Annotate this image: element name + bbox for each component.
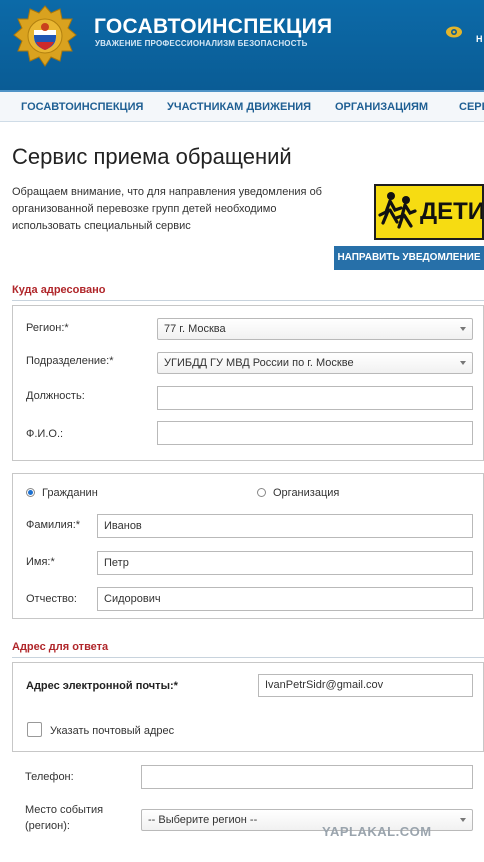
- position-input[interactable]: [157, 386, 473, 410]
- nav-item-participants[interactable]: УЧАСТНИКАМ ДВИЖЕНИЯ: [167, 101, 311, 113]
- brand-subtitle: УВАЖЕНИЕ ПРОФЕССИОНАЛИЗМ БЕЗОПАСНОСТЬ: [95, 39, 308, 48]
- event-region-label: Место события: [25, 804, 104, 816]
- emblem-logo[interactable]: [12, 5, 78, 67]
- section-divider: [12, 657, 484, 658]
- eye-icon[interactable]: [445, 25, 463, 39]
- phone-label: Телефон:: [25, 771, 74, 783]
- chevron-down-icon: [460, 327, 466, 331]
- brand-title: ГОСАВТОИНСПЕКЦИЯ: [94, 15, 333, 38]
- surname-label: Фамилия:*: [26, 519, 81, 531]
- chevron-down-icon: [460, 361, 466, 365]
- division-select[interactable]: УГИБДД ГУ МВД России по г. Москве: [157, 352, 473, 374]
- division-select-value: УГИБДД ГУ МВД России по г. Москве: [164, 357, 354, 369]
- page-title: Сервис приема обращений: [12, 144, 292, 169]
- phone-input[interactable]: [141, 765, 473, 789]
- region-select-value: 77 г. Москва: [164, 323, 226, 335]
- nav-item-gosavtoinspektsiya[interactable]: ГОСАВТОИНСПЕКЦИЯ: [21, 101, 143, 113]
- patronymic-label: Отчество:: [26, 593, 77, 605]
- children-banner-text: ДЕТИ: [420, 198, 484, 225]
- email-label: Адрес электронной почты:*: [26, 680, 178, 692]
- children-transport-notice: Обращаем внимание, что для направления у…: [12, 186, 322, 232]
- organization-radio[interactable]: [257, 488, 266, 497]
- addressed-fieldset: Регион:* 77 г. Москва Подразделение:* УГ…: [12, 305, 484, 461]
- citizen-radio[interactable]: [26, 488, 35, 497]
- reply-fieldset: Адрес электронной почты:* IvanPetrSidr@g…: [12, 662, 484, 752]
- addressed-section-title: Куда адресовано: [12, 284, 106, 296]
- event-region-select-value: -- Выберите регион --: [148, 814, 258, 826]
- division-label: Подразделение:*: [26, 355, 114, 367]
- sender-fieldset: Гражданин Организация Фамилия:* Иванов И…: [12, 473, 484, 619]
- region-label: Регион:*: [26, 322, 69, 334]
- postal-address-label[interactable]: Указать почтовый адрес: [50, 725, 174, 737]
- site-header: ГОСАВТОИНСПЕКЦИЯ УВАЖЕНИЕ ПРОФЕССИОНАЛИЗ…: [0, 0, 484, 90]
- nav-item-organizations[interactable]: ОРГАНИЗАЦИЯМ: [335, 101, 428, 113]
- children-service-banner[interactable]: ДЕТИ: [374, 184, 484, 240]
- fio-input[interactable]: [157, 421, 473, 445]
- watermark: YAPLAKAL.COM: [322, 824, 432, 839]
- name-label: Имя:*: [26, 556, 55, 568]
- citizen-radio-label[interactable]: Гражданин: [42, 487, 98, 499]
- organization-radio-label[interactable]: Организация: [273, 487, 339, 499]
- main-nav: ГОСАВТОИНСПЕКЦИЯ УЧАСТНИКАМ ДВИЖЕНИЯ ОРГ…: [0, 90, 484, 122]
- email-input[interactable]: IvanPetrSidr@gmail.cov: [258, 674, 473, 697]
- fio-label: Ф.И.О.:: [26, 428, 64, 440]
- section-divider: [12, 300, 484, 301]
- chevron-down-icon: [460, 818, 466, 822]
- running-children-icon: [378, 192, 417, 229]
- name-input[interactable]: Петр: [97, 551, 473, 575]
- region-select[interactable]: 77 г. Москва: [157, 318, 473, 340]
- nav-item-services[interactable]: СЕРВ: [459, 101, 484, 113]
- postal-address-checkbox[interactable]: [27, 722, 42, 737]
- reply-section-title: Адрес для ответа: [12, 641, 109, 653]
- patronymic-input[interactable]: Сидорович: [97, 587, 473, 611]
- event-region-label-2: (регион):: [25, 820, 70, 832]
- position-label: Должность:: [26, 390, 85, 402]
- surname-input[interactable]: Иванов: [97, 514, 473, 538]
- header-link-cut[interactable]: Н: [476, 34, 483, 44]
- send-notification-button[interactable]: НАПРАВИТЬ УВЕДОМЛЕНИЕ: [334, 246, 484, 270]
